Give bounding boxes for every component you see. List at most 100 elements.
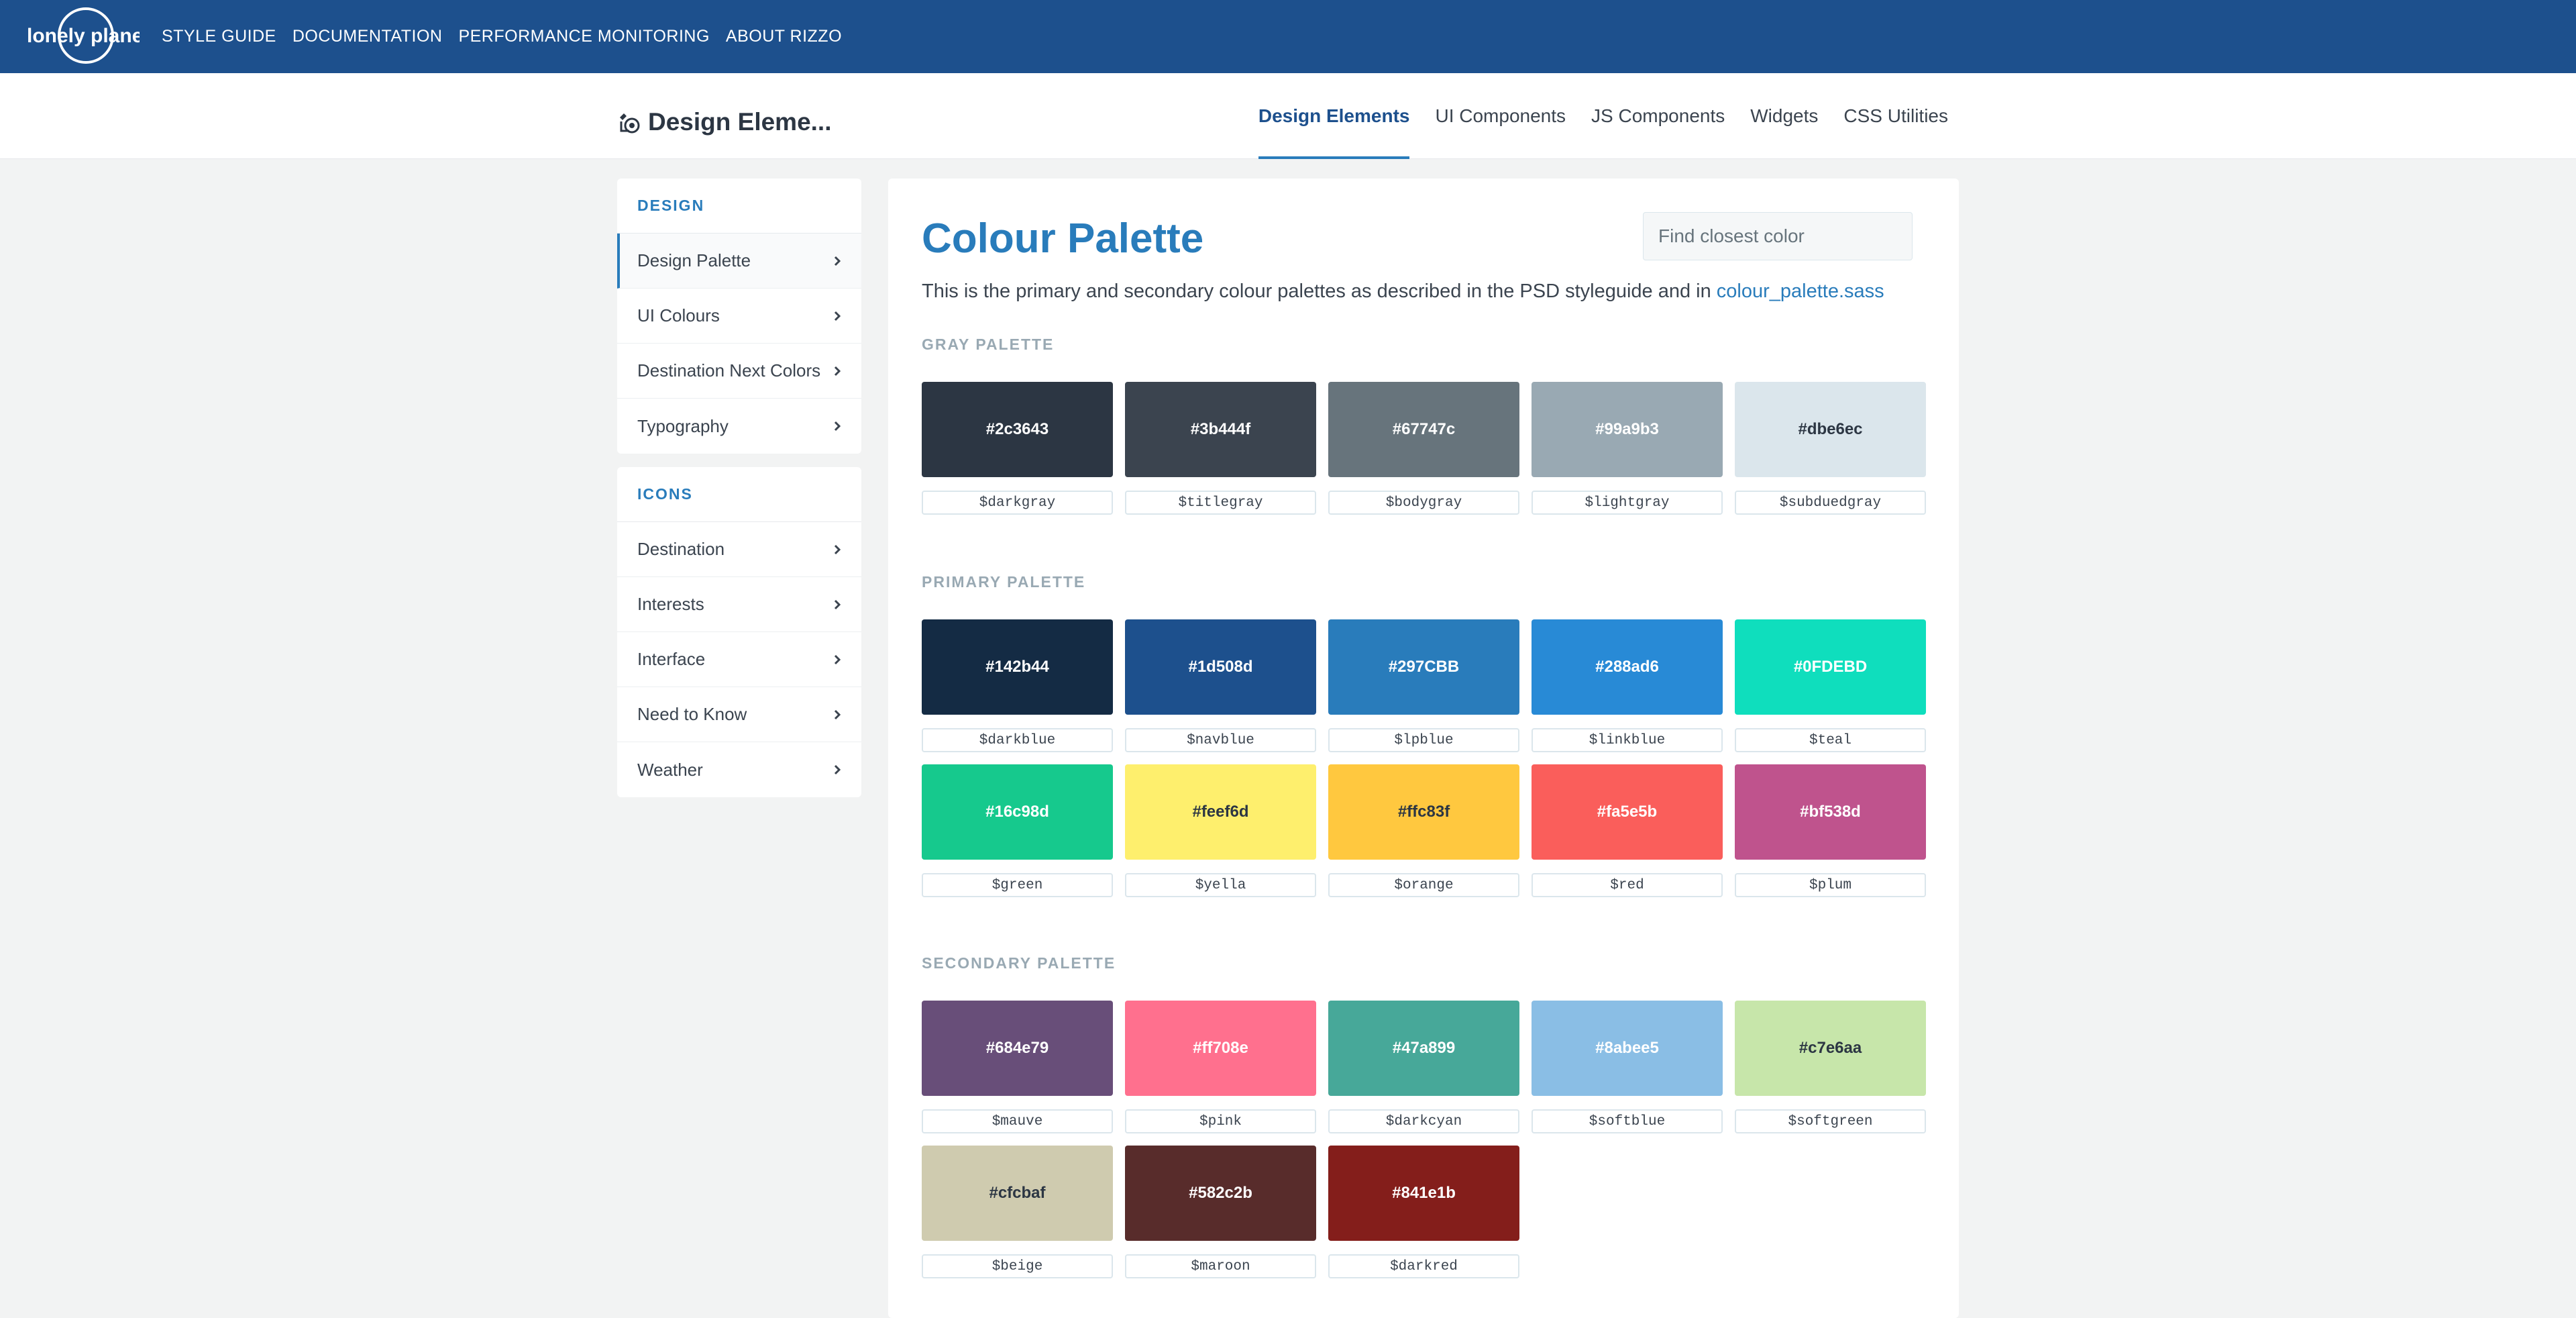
color-swatch[interactable]: #2c3643 $darkgray <box>922 382 1113 515</box>
swatch-variable-name: $darkblue <box>922 728 1113 752</box>
color-swatch[interactable]: #288ad6 $linkblue <box>1532 619 1723 752</box>
swatch-color-chip[interactable]: #841e1b <box>1328 1146 1519 1241</box>
sidebar-item-label: Destination <box>637 539 725 559</box>
swatch-color-chip[interactable]: #297CBB <box>1328 619 1519 715</box>
swatch-color-chip[interactable]: #67747c <box>1328 382 1519 477</box>
sidebar-item-destination-next-colors[interactable]: Destination Next Colors <box>617 344 861 399</box>
color-swatch[interactable]: #ff708e $pink <box>1125 1001 1316 1133</box>
chevron-right-icon <box>834 764 841 775</box>
color-swatch[interactable]: #0FDEBD $teal <box>1735 619 1926 752</box>
swatch-color-chip[interactable]: #ff708e <box>1125 1001 1316 1096</box>
swatch-variable-name: $softblue <box>1532 1109 1723 1133</box>
page-title: Design Eleme... <box>648 108 832 136</box>
sidebar-item-ui-colours[interactable]: UI Colours <box>617 289 861 344</box>
chevron-right-icon <box>834 421 841 432</box>
swatch-color-chip[interactable]: #c7e6aa <box>1735 1001 1926 1096</box>
swatch-variable-name: $softgreen <box>1735 1109 1926 1133</box>
closest-color-search-input[interactable] <box>1643 212 1913 260</box>
color-swatch[interactable]: #fa5e5b $red <box>1532 764 1723 897</box>
chevron-right-icon <box>834 599 841 609</box>
chevron-right-icon <box>834 544 841 554</box>
nav-about-rizzo[interactable]: ABOUT RIZZO <box>726 27 842 46</box>
swatch-variable-name: $plum <box>1735 873 1926 897</box>
main-content: Colour Palette This is the primary and s… <box>888 179 1959 1318</box>
sidebar-heading-icons: ICONS <box>617 467 861 522</box>
sidebar-item-label: Typography <box>637 415 729 436</box>
color-swatch[interactable]: #47a899 $darkcyan <box>1328 1001 1519 1133</box>
intro-text: This is the primary and secondary colour… <box>922 281 1884 303</box>
color-swatch[interactable]: #1d508d $navblue <box>1125 619 1316 752</box>
colour-palette-sass-link[interactable]: colour_palette.sass <box>1717 281 1884 302</box>
top-navbar: lonely planet STYLE GUIDE DOCUMENTATION … <box>0 0 2576 73</box>
tab-design-elements[interactable]: Design Elements <box>1258 73 1409 159</box>
swatch-variable-name: $navblue <box>1125 728 1316 752</box>
sidebar-item-destination[interactable]: Destination <box>617 522 861 577</box>
gray-palette-label: GRAY PALETTE <box>922 336 1055 353</box>
swatch-variable-name: $orange <box>1328 873 1519 897</box>
color-swatch[interactable]: #bf538d $plum <box>1735 764 1926 897</box>
swatch-color-chip[interactable]: #feef6d <box>1125 764 1316 860</box>
color-swatch[interactable]: #8abee5 $softblue <box>1532 1001 1723 1133</box>
sidebar-item-weather[interactable]: Weather <box>617 742 861 797</box>
swatch-variable-name: $mauve <box>922 1109 1113 1133</box>
swatch-color-chip[interactable]: #3b444f <box>1125 382 1316 477</box>
color-swatch[interactable]: #dbe6ec $subduedgray <box>1735 382 1926 515</box>
swatch-color-chip[interactable]: #fa5e5b <box>1532 764 1723 860</box>
tab-css-utilities[interactable]: CSS Utilities <box>1843 73 1948 159</box>
color-swatch[interactable]: #684e79 $mauve <box>922 1001 1113 1133</box>
swatch-color-chip[interactable]: #0FDEBD <box>1735 619 1926 715</box>
swatch-variable-name: $teal <box>1735 728 1926 752</box>
swatch-variable-name: $red <box>1532 873 1723 897</box>
color-swatch[interactable]: #841e1b $darkred <box>1328 1146 1519 1278</box>
swatch-color-chip[interactable]: #dbe6ec <box>1735 382 1926 477</box>
swatch-color-chip[interactable]: #1d508d <box>1125 619 1316 715</box>
swatch-color-chip[interactable]: #684e79 <box>922 1001 1113 1096</box>
swatch-color-chip[interactable]: #16c98d <box>922 764 1113 860</box>
swatch-variable-name: $pink <box>1125 1109 1316 1133</box>
sidebar-item-interests[interactable]: Interests <box>617 577 861 632</box>
swatch-color-chip[interactable]: #47a899 <box>1328 1001 1519 1096</box>
color-swatch[interactable]: #67747c $bodygray <box>1328 382 1519 515</box>
sidebar-design-group: DESIGN Design Palette UI Colours Destina… <box>617 179 861 454</box>
swatch-color-chip[interactable]: #2c3643 <box>922 382 1113 477</box>
swatch-color-chip[interactable]: #bf538d <box>1735 764 1926 860</box>
color-swatch[interactable]: #142b44 $darkblue <box>922 619 1113 752</box>
lonely-planet-logo[interactable]: lonely planet <box>25 5 150 66</box>
lonely-planet-logo-icon: lonely planet <box>27 7 150 64</box>
sidebar-item-interface[interactable]: Interface <box>617 632 861 687</box>
swatch-color-chip[interactable]: #582c2b <box>1125 1146 1316 1241</box>
sidebar-item-need-to-know[interactable]: Need to Know <box>617 687 861 742</box>
color-swatch[interactable]: #297CBB $lpblue <box>1328 619 1519 752</box>
color-swatch[interactable]: #99a9b3 $lightgray <box>1532 382 1723 515</box>
color-swatch[interactable]: #582c2b $maroon <box>1125 1146 1316 1278</box>
color-swatch[interactable]: #3b444f $titlegray <box>1125 382 1316 515</box>
swatch-variable-name: $subduedgray <box>1735 491 1926 515</box>
swatch-variable-name: $yella <box>1125 873 1316 897</box>
swatch-color-chip[interactable]: #142b44 <box>922 619 1113 715</box>
swatch-color-chip[interactable]: #cfcbaf <box>922 1146 1113 1241</box>
swatch-color-chip[interactable]: #ffc83f <box>1328 764 1519 860</box>
color-swatch[interactable]: #cfcbaf $beige <box>922 1146 1113 1278</box>
swatch-variable-name: $darkred <box>1328 1254 1519 1278</box>
color-swatch[interactable]: #feef6d $yella <box>1125 764 1316 897</box>
color-swatch[interactable]: #16c98d $green <box>922 764 1113 897</box>
nav-documentation[interactable]: DOCUMENTATION <box>292 27 443 46</box>
sidebar-item-design-palette[interactable]: Design Palette <box>617 234 861 289</box>
tab-widgets[interactable]: Widgets <box>1750 73 1818 159</box>
sidebar-item-label: Need to Know <box>637 704 747 724</box>
swatch-color-chip[interactable]: #288ad6 <box>1532 619 1723 715</box>
secondary-palette-label: SECONDARY PALETTE <box>922 954 1116 972</box>
nav-performance-monitoring[interactable]: PERFORMANCE MONITORING <box>458 27 709 46</box>
content-title: Colour Palette <box>922 215 1204 262</box>
swatch-variable-name: $bodygray <box>1328 491 1519 515</box>
design-palette-icon <box>620 113 640 134</box>
nav-style-guide[interactable]: STYLE GUIDE <box>162 27 276 46</box>
swatch-color-chip[interactable]: #99a9b3 <box>1532 382 1723 477</box>
swatch-color-chip[interactable]: #8abee5 <box>1532 1001 1723 1096</box>
sidebar-item-label: Interests <box>637 594 704 614</box>
color-swatch[interactable]: #ffc83f $orange <box>1328 764 1519 897</box>
sidebar-item-typography[interactable]: Typography <box>617 399 861 454</box>
tab-js-components[interactable]: JS Components <box>1591 73 1725 159</box>
color-swatch[interactable]: #c7e6aa $softgreen <box>1735 1001 1926 1133</box>
tab-ui-components[interactable]: UI Components <box>1435 73 1566 159</box>
